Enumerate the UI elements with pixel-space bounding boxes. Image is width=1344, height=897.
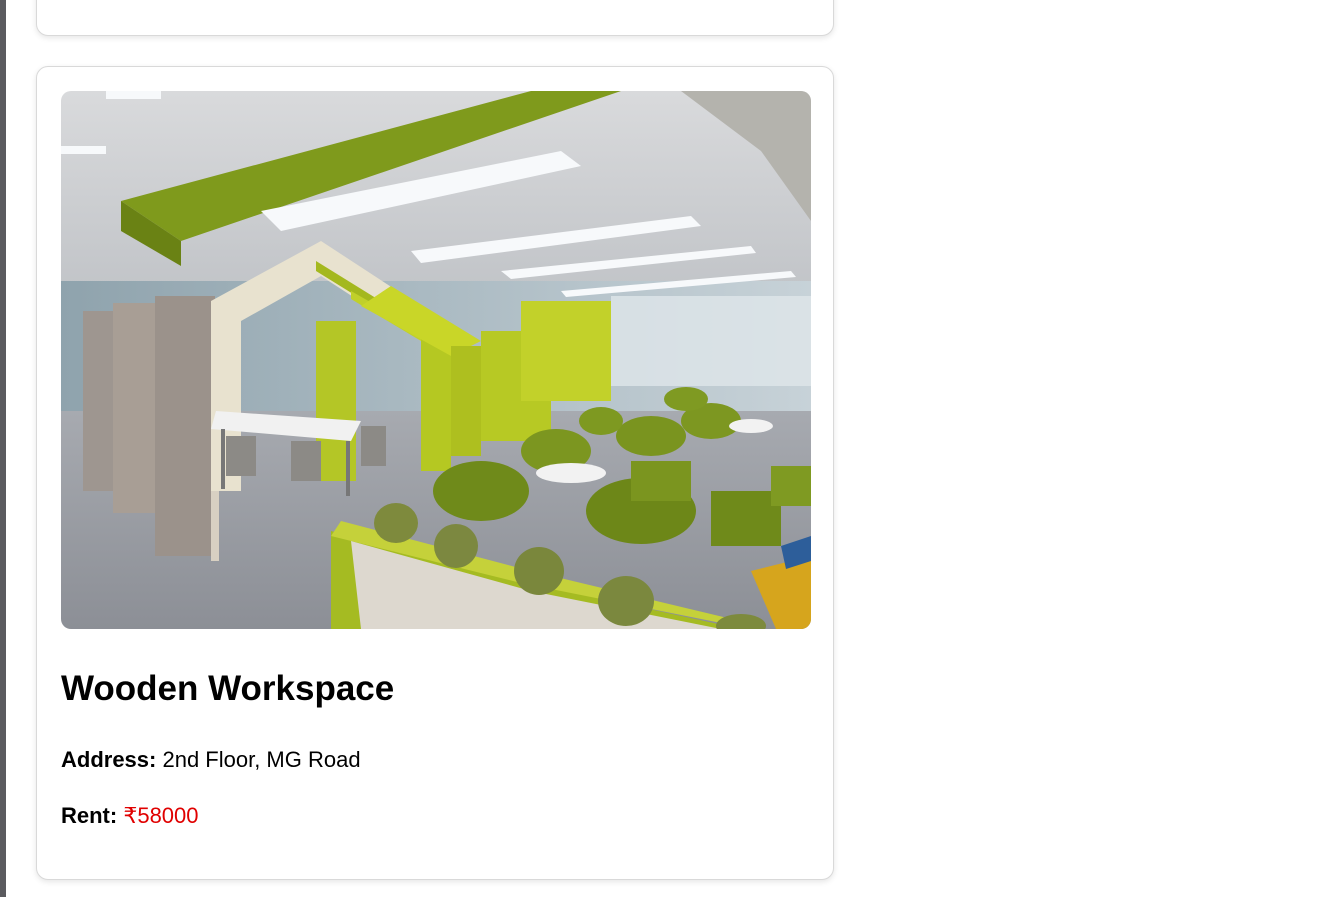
rent-label: Rent: (61, 803, 118, 828)
listing-card-previous (36, 0, 834, 36)
listing-title: Wooden Workspace (61, 669, 395, 708)
rent-row: Rent: ₹58000 (61, 803, 199, 829)
address-label: Address: (61, 747, 157, 772)
workspace-photo (61, 91, 811, 629)
listing-card: Wooden Workspace Address: 2nd Floor, MG … (36, 66, 834, 880)
rent-value: ₹58000 (123, 803, 199, 828)
window-edge-bar (0, 0, 6, 897)
address-row: Address: 2nd Floor, MG Road (61, 747, 361, 773)
address-value: 2nd Floor, MG Road (162, 747, 361, 772)
